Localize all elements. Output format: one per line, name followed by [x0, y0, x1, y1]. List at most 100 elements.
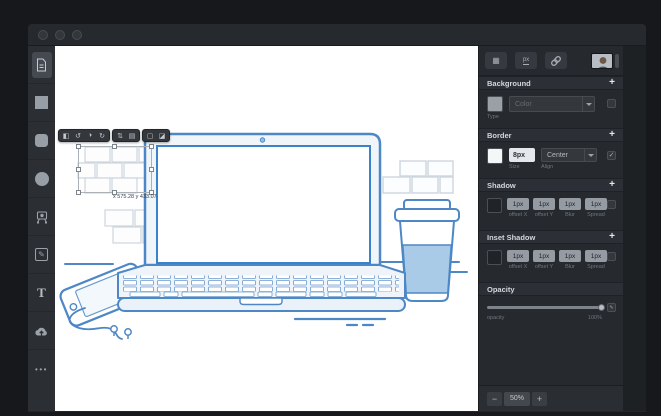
- selection-handle[interactable]: [76, 167, 81, 172]
- panel-scrollbar[interactable]: [615, 54, 619, 68]
- left-toolbar: ✎ T •••: [28, 46, 55, 411]
- cloud-upload-icon: [34, 325, 49, 337]
- border-size-input[interactable]: 8px: [509, 148, 535, 162]
- border-enabled-checkbox[interactable]: ✓: [607, 151, 616, 160]
- chevron-down-icon: [584, 149, 596, 161]
- sidebar-item-rectangle[interactable]: [28, 84, 55, 122]
- add-border-button[interactable]: +: [609, 130, 615, 140]
- background-color-swatch[interactable]: [487, 96, 503, 112]
- add-inset-shadow-button[interactable]: +: [609, 232, 615, 242]
- inset-shadow-color-swatch[interactable]: [487, 250, 502, 265]
- px-icon[interactable]: px: [515, 52, 537, 69]
- dropdown-value: Center: [542, 152, 584, 159]
- link-icon[interactable]: [545, 52, 567, 69]
- grid-icon[interactable]: ▦: [485, 52, 507, 69]
- arrange-down-icon[interactable]: ▤: [126, 130, 138, 141]
- offset-x-label: offset X: [509, 264, 528, 270]
- zoom-in-button[interactable]: +: [532, 392, 547, 406]
- pencil-icon: ✎: [35, 248, 48, 261]
- sidebar-item-ellipse[interactable]: [28, 160, 55, 198]
- selection-handle[interactable]: [76, 190, 81, 195]
- background-type-dropdown[interactable]: Color: [509, 96, 595, 112]
- zoom-bar: − 50% +: [479, 385, 623, 411]
- user-avatar[interactable]: [591, 53, 613, 69]
- shadow-enabled-checkbox[interactable]: [607, 200, 616, 209]
- chevron-down-icon: [582, 97, 594, 111]
- inset-shadow-row: 1px offset X 1px offset Y 1px Blur 1px S…: [479, 244, 623, 282]
- spread-label: Spread: [587, 264, 605, 270]
- selection-handle[interactable]: [112, 144, 117, 149]
- text-tool-icon: T: [37, 285, 46, 301]
- arrange-up-icon[interactable]: ⇅: [114, 130, 126, 141]
- section-title: Shadow: [487, 181, 516, 190]
- flip-icon[interactable]: ◑: [84, 130, 96, 141]
- zoom-out-button[interactable]: −: [487, 392, 502, 406]
- zoom-level[interactable]: 50%: [504, 392, 530, 406]
- sidebar-item-pages[interactable]: [28, 46, 55, 84]
- section-title: Opacity: [487, 285, 515, 294]
- selection-handle[interactable]: [149, 144, 154, 149]
- sidebar-item-more[interactable]: •••: [28, 350, 55, 388]
- document-icon: [32, 52, 52, 78]
- background-enabled-checkbox[interactable]: [607, 99, 616, 108]
- shadow-offset-x-input[interactable]: 1px: [507, 198, 529, 210]
- properties-panel: ▦ px: [478, 46, 623, 411]
- panel-toolbar: ▦ px: [479, 46, 623, 76]
- offset-y-label: offset Y: [535, 212, 553, 218]
- rounded-square-icon: [35, 134, 48, 147]
- rotate-left-icon[interactable]: ↺: [72, 130, 84, 141]
- shadow-spread-input[interactable]: 1px: [585, 198, 607, 210]
- opacity-slider-handle[interactable]: [598, 304, 605, 311]
- size-label: Size: [509, 164, 535, 170]
- sidebar-item-pen[interactable]: [28, 198, 55, 236]
- floating-toolbar-group-2: ⇅ ▤: [112, 129, 140, 142]
- opacity-slider[interactable]: [487, 306, 603, 309]
- group-icon[interactable]: ▢: [144, 130, 156, 141]
- background-row: Type Color: [479, 90, 623, 128]
- inset-offset-x-input[interactable]: 1px: [507, 250, 529, 262]
- sidebar-item-rounded-rectangle[interactable]: [28, 122, 55, 160]
- border-color-swatch[interactable]: [487, 148, 503, 164]
- canvas-illustration: [55, 46, 478, 412]
- zoom-icon[interactable]: [72, 30, 82, 40]
- style-icon[interactable]: ◪: [156, 130, 168, 141]
- selection-box[interactable]: [78, 146, 152, 193]
- section-background: Background +: [479, 76, 623, 90]
- close-icon[interactable]: [38, 30, 48, 40]
- selection-handle[interactable]: [149, 167, 154, 172]
- section-title: Inset Shadow: [487, 233, 535, 242]
- shadow-color-swatch[interactable]: [487, 198, 502, 213]
- app-window: ✎ T •••: [28, 24, 646, 412]
- add-shadow-button[interactable]: +: [609, 180, 615, 190]
- section-title: Background: [487, 79, 531, 88]
- square-icon: [35, 96, 48, 109]
- add-background-button[interactable]: +: [609, 78, 615, 88]
- minimize-icon[interactable]: [55, 30, 65, 40]
- duplicate-icon[interactable]: ◧: [60, 130, 72, 141]
- floating-toolbar-group-1: ◧ ↺ ◑ ↻: [58, 129, 110, 142]
- opacity-row: ✎ opacity 100%: [479, 296, 623, 330]
- blur-label: Blur: [565, 212, 575, 218]
- blur-label: Blur: [565, 264, 575, 270]
- inset-blur-input[interactable]: 1px: [559, 250, 581, 262]
- rotate-right-icon[interactable]: ↻: [96, 130, 108, 141]
- sidebar-item-pencil[interactable]: ✎: [28, 236, 55, 274]
- shadow-offset-y-input[interactable]: 1px: [533, 198, 555, 210]
- opacity-label: opacity: [487, 315, 504, 321]
- selection-handle[interactable]: [76, 144, 81, 149]
- opacity-edit-icon[interactable]: ✎: [607, 303, 616, 312]
- sidebar-item-text[interactable]: T: [28, 274, 55, 312]
- canvas[interactable]: x 575.28 y 433.07 ◧ ↺ ◑ ↻ ⇅ ▤ ▢ ◪: [55, 46, 478, 411]
- section-opacity: Opacity: [479, 282, 623, 296]
- inset-spread-input[interactable]: 1px: [585, 250, 607, 262]
- shadow-blur-input[interactable]: 1px: [559, 198, 581, 210]
- inset-offset-y-input[interactable]: 1px: [533, 250, 555, 262]
- dropdown-value: Color: [510, 101, 582, 108]
- pen-tool-icon: [35, 210, 49, 224]
- floating-toolbar-group-3: ▢ ◪: [142, 129, 170, 142]
- inset-shadow-enabled-checkbox[interactable]: [607, 252, 616, 261]
- opacity-value: 100%: [588, 315, 602, 321]
- sidebar-item-upload[interactable]: [28, 312, 55, 350]
- border-align-dropdown[interactable]: Center: [541, 148, 597, 162]
- coordinates-tooltip: x 575.28 y 433.07: [113, 194, 157, 200]
